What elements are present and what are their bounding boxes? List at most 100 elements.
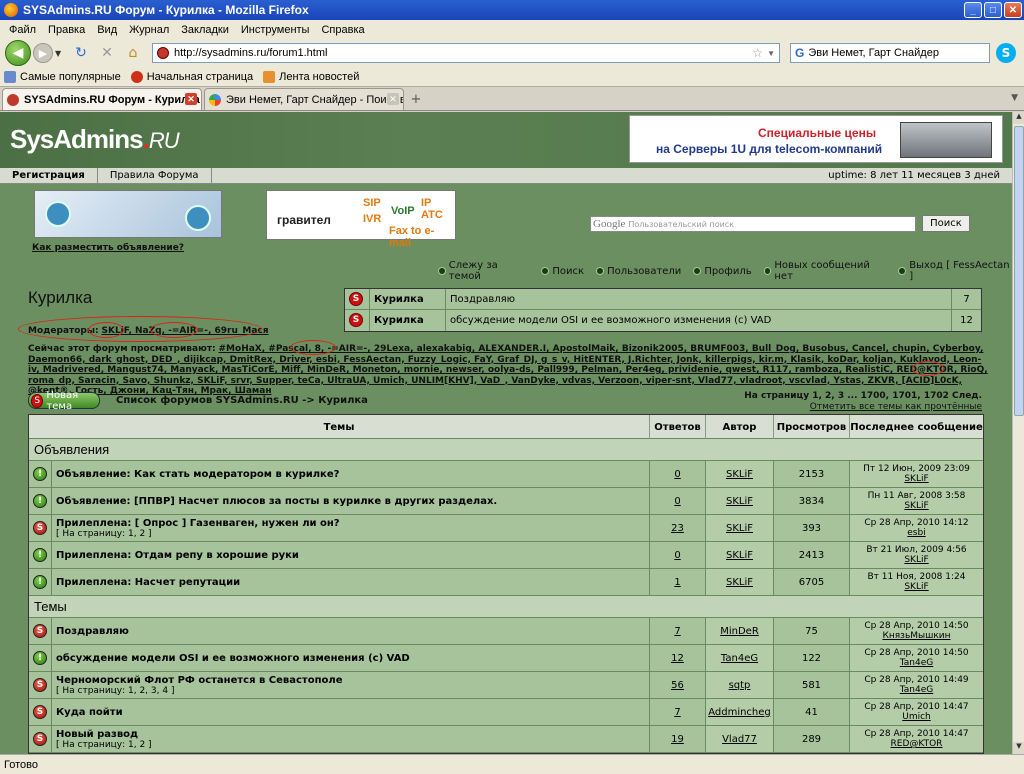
last-post-user[interactable]: Umich (902, 712, 931, 722)
menu-view[interactable]: Вид (91, 24, 123, 36)
author-link[interactable]: Tan4eG (705, 645, 773, 671)
last-post-user[interactable]: Tan4eG (900, 685, 933, 695)
url-dropdown-icon[interactable]: ▼ (767, 49, 775, 58)
replies-count[interactable]: 56 (649, 672, 705, 698)
topic-title-link[interactable]: Прилеплена: [ Опрос ] Газенваген, нужен … (56, 518, 340, 529)
last-post-user[interactable]: SKLiF (904, 582, 928, 592)
table-row[interactable]: S Прилеплена: [ Опрос ] Газенваген, нужен… (29, 515, 983, 542)
maximize-button[interactable]: □ (984, 2, 1002, 18)
classifieds-link[interactable]: Как разместить объявление? (32, 243, 184, 253)
profile-link[interactable]: Профиль (693, 260, 752, 282)
table-row[interactable]: ! обсуждение модели OSI и ее возможного и… (29, 645, 983, 672)
replies-count[interactable]: 0 (649, 488, 705, 514)
topic-title-link[interactable]: Объявление: [ППВР] Насчет плюсов за пост… (56, 496, 497, 507)
topic-cell[interactable]: Черноморский Флот РФ останется в Севасто… (51, 672, 649, 698)
menu-bookmarks[interactable]: Закладки (175, 24, 235, 36)
search-box[interactable]: G Эви Немет, Гарт Снайдер (790, 43, 990, 63)
table-row[interactable]: ! Объявление: Как стать модератором в кур… (29, 461, 983, 488)
menu-edit[interactable]: Правка (42, 24, 91, 36)
topic-pages[interactable]: [ На страницу: 1, 2 ] (56, 740, 152, 750)
author-link[interactable]: SKLiF (705, 461, 773, 487)
topic-cell[interactable]: Прилеплена: Насчет репутации (51, 569, 649, 595)
author-link[interactable]: sqtp (705, 672, 773, 698)
logout-link[interactable]: Выход [ FessAectan ] (898, 260, 1012, 282)
google-search-button[interactable]: Поиск (922, 215, 970, 232)
replies-count[interactable]: 12 (649, 645, 705, 671)
close-tab-icon[interactable]: ✕ (185, 93, 197, 105)
page-links[interactable]: На страницу 1, 2, 3 ... 1700, 1701, 1702… (744, 391, 982, 402)
stop-icon[interactable]: ✕ (97, 43, 117, 63)
new-topic-button[interactable]: S Новая тема (28, 390, 100, 412)
last-post-user[interactable]: SKLiF (904, 501, 928, 511)
table-row[interactable]: S Новый развод[ На страницу: 1, 2 ] 19 Vlad… (29, 726, 983, 753)
replies-count[interactable]: 0 (649, 461, 705, 487)
last-post-user[interactable]: Tan4eG (900, 658, 933, 668)
scroll-thumb[interactable] (1014, 126, 1024, 416)
table-row[interactable]: ! Объявление: [ППВР] Насчет плюсов за пос… (29, 488, 983, 515)
topic-title-link[interactable]: Черноморский Флот РФ останется в Севасто… (56, 675, 342, 686)
topic-cell[interactable]: Объявление: Как стать модератором в кури… (51, 461, 649, 487)
tab-sysadmins[interactable]: SYSAdmins.RU Форум - Курилка ✕ (2, 88, 202, 110)
replies-count[interactable]: 1 (649, 569, 705, 595)
topic-title-link[interactable]: Прилеплена: Насчет репутации (56, 577, 240, 588)
topic-pages[interactable]: [ На страницу: 1, 2 ] (56, 529, 152, 539)
table-row[interactable]: S Поздравляю 7 MinDeR 75 Ср 28 Апр, 2010 14:5… (29, 618, 983, 645)
tab-google-search[interactable]: Эви Немет, Гарт Снайдер - Поиск в ... ✕ (204, 88, 404, 110)
author-link[interactable]: SKLiF (705, 515, 773, 541)
replies-count[interactable]: 7 (649, 699, 705, 725)
scroll-down-icon[interactable]: ▼ (1013, 742, 1024, 754)
topic-title-link[interactable]: Прилеплена: Отдам репу в хорошие руки (56, 550, 299, 561)
topic-cell[interactable]: Объявление: [ППВР] Насчет плюсов за пост… (51, 488, 649, 514)
search-link[interactable]: Поиск (541, 260, 584, 282)
google-custom-search-input[interactable]: Google Пользовательский поиск (590, 216, 916, 232)
topic-title-link[interactable]: Куда пойти (56, 707, 123, 718)
last-post-user[interactable]: SKLiF (904, 555, 928, 565)
topic-pages[interactable]: [ На страницу: 1, 2, 3, 4 ] (56, 686, 174, 696)
forward-button[interactable]: ▶ (33, 43, 53, 63)
mini-row[interactable]: S Курилка Поздравляю 7 (345, 289, 981, 310)
topic-title-link[interactable]: обсуждение модели OSI и ее возможного из… (56, 653, 410, 664)
table-row[interactable]: ! Прилеплена: Отдам репу в хорошие руки 0 S… (29, 542, 983, 569)
scroll-up-icon[interactable]: ▲ (1013, 112, 1024, 124)
register-link[interactable]: Регистрация (0, 167, 98, 184)
bookmark-star-icon[interactable]: ☆ (752, 46, 763, 60)
last-post-user[interactable]: КнязьМышкин (882, 631, 950, 641)
forum-rules-link[interactable]: Правила Форума (98, 167, 212, 184)
server-ad-banner[interactable]: Специальные цены на Серверы 1U для telec… (629, 115, 1003, 163)
topic-title-link[interactable]: Поздравляю (56, 626, 129, 637)
topic-cell[interactable]: обсуждение модели OSI и ее возможного из… (51, 645, 649, 671)
author-link[interactable]: Vlad77 (705, 726, 773, 752)
gravitel-banner[interactable]: гравител SIP VoIP IP ATC IVR Fax to e-ma… (266, 190, 456, 249)
users-link[interactable]: Пользователи (596, 260, 681, 282)
topic-cell[interactable]: Прилеплена: [ Опрос ] Газенваген, нужен … (51, 515, 649, 541)
table-row[interactable]: ! Прилеплена: Насчет репутации 1 SKLiF 6705 В… (29, 569, 983, 596)
moderators-list[interactable]: SKLiF, NaZq, -=AIR=-, 69ru_Мася (101, 326, 268, 336)
replies-count[interactable]: 19 (649, 726, 705, 752)
menu-file[interactable]: Файл (3, 24, 42, 36)
new-tab-button[interactable]: + (406, 88, 426, 110)
bookmark-news-feed[interactable]: Лента новостей (263, 70, 359, 83)
menu-tools[interactable]: Инструменты (235, 24, 316, 36)
classifieds-banner[interactable] (34, 190, 222, 238)
minimize-button[interactable]: _ (964, 2, 982, 18)
author-link[interactable]: SKLiF (705, 488, 773, 514)
replies-count[interactable]: 23 (649, 515, 705, 541)
author-link[interactable]: Addmincheg (705, 699, 773, 725)
new-messages-link[interactable]: Новых сообщений нет (763, 260, 887, 282)
menu-history[interactable]: Журнал (123, 24, 175, 36)
topic-title-link[interactable]: Объявление: Как стать модератором в кури… (56, 469, 339, 480)
last-post-user[interactable]: esbi (907, 528, 925, 538)
site-logo[interactable]: SysAdmins.RU (10, 124, 180, 155)
last-post-user[interactable]: SKLiF (904, 474, 928, 484)
home-icon[interactable]: ⌂ (123, 43, 143, 63)
bookmark-popular[interactable]: Самые популярные (4, 70, 121, 83)
topic-title-link[interactable]: Новый развод (56, 729, 138, 740)
topic-cell[interactable]: Прилеплена: Отдам репу в хорошие руки (51, 542, 649, 568)
menu-help[interactable]: Справка (315, 24, 370, 36)
bookmark-start-page[interactable]: Начальная страница (130, 70, 253, 83)
author-link[interactable]: SKLiF (705, 542, 773, 568)
topic-cell[interactable]: Новый развод[ На страницу: 1, 2 ] (51, 726, 649, 752)
table-row[interactable]: S Черноморский Флот РФ останется в Севаст… (29, 672, 983, 699)
tab-list-icon[interactable]: ▼ (1011, 93, 1018, 103)
mini-row[interactable]: S Курилка обсуждение модели OSI и ее воз… (345, 310, 981, 331)
